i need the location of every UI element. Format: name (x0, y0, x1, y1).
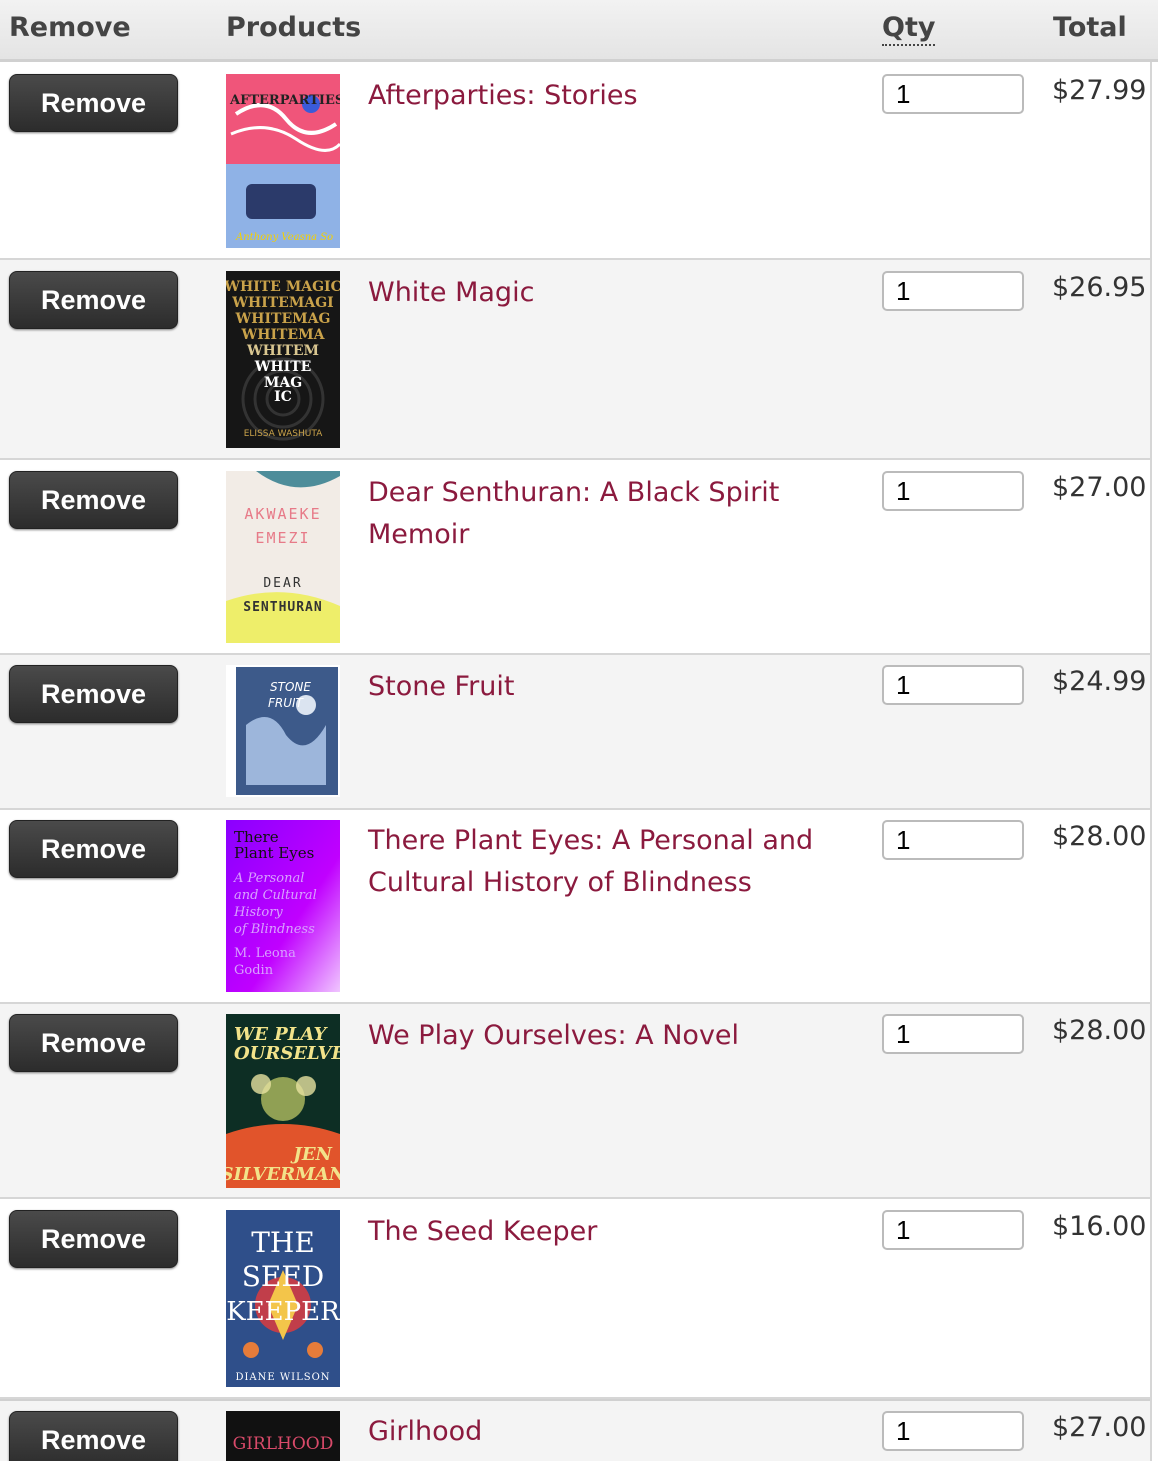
cover-text: GIRLHOOD (233, 1434, 334, 1454)
product-title-link[interactable]: We Play Ourselves: A Novel (368, 1015, 858, 1057)
cover-text: DIANE WILSON (235, 1372, 330, 1383)
book-cover-image[interactable]: STONE FRUIT (226, 665, 340, 797)
cart-row: Remove AKWAEKE EMEZI DEAR SENTHURAN Dear… (0, 460, 1150, 655)
cover-text: THE (251, 1226, 315, 1259)
cover-text: AFTERPARTIES (229, 93, 340, 108)
quantity-input[interactable]: 1 (882, 1014, 1024, 1054)
cover-text: of Blindness (234, 922, 315, 937)
remove-button[interactable]: Remove (9, 1411, 178, 1461)
cover-text: Anthony Veasna So (235, 232, 333, 243)
product-title-link[interactable]: White Magic (368, 272, 858, 314)
product-title-link[interactable]: Girlhood (368, 1411, 858, 1453)
quantity-input[interactable]: 1 (882, 271, 1024, 311)
svg-text:WHITEMAGI: WHITEMAGI (231, 295, 333, 311)
product-title-link[interactable]: There Plant Eyes: A Personal and Cultura… (368, 820, 838, 904)
cart-row: Remove THE SEED KEEPER DIANE WILSON The … (0, 1199, 1150, 1399)
cover-text: EMEZI (255, 529, 310, 547)
line-total: $28.00 (1052, 821, 1147, 852)
svg-text:WHITEM: WHITEM (246, 343, 319, 359)
column-header-total: Total (1053, 12, 1127, 43)
line-total: $24.99 (1052, 666, 1147, 697)
svg-text:WHITEMAG: WHITEMAG (235, 311, 331, 327)
table-right-border (1150, 62, 1158, 1461)
cover-text: History (233, 905, 283, 920)
cover-text: and Cultural (234, 888, 317, 903)
remove-button[interactable]: Remove (9, 820, 178, 878)
column-header-products: Products (226, 12, 362, 43)
cover-text: A Personal (233, 871, 304, 886)
book-cover-image[interactable]: There Plant Eyes A Personal and Cultural… (226, 820, 340, 992)
cart-row: Remove GIRLHOOD Girlhood 1 $27.00 (0, 1399, 1150, 1461)
remove-button[interactable]: Remove (9, 74, 178, 132)
book-cover-image[interactable]: WE PLAY OURSELVES JEN SILVERMAN (226, 1014, 340, 1188)
quantity-input[interactable]: 1 (882, 1210, 1024, 1250)
cover-text: AKWAEKE (244, 505, 321, 523)
cover-text: STONE (270, 680, 311, 694)
book-cover-image[interactable]: AKWAEKE EMEZI DEAR SENTHURAN (226, 471, 340, 643)
quantity-input[interactable]: 1 (882, 471, 1024, 511)
cover-text: JEN (290, 1144, 333, 1165)
cart-row: Remove STONE FRUIT Stone Fruit 1 $24.99 (0, 655, 1150, 810)
remove-button[interactable]: Remove (9, 665, 178, 723)
column-header-remove: Remove (9, 12, 131, 43)
product-title-link[interactable]: Dear Senthuran: A Black Spirit Memoir (368, 472, 868, 556)
line-total: $27.99 (1052, 75, 1147, 106)
cart-row: Remove WE PLAY OURSELVES JEN SILVERMAN W… (0, 1004, 1150, 1199)
remove-button[interactable]: Remove (9, 1210, 178, 1268)
line-total: $27.00 (1052, 1412, 1147, 1443)
cover-text: SEED (242, 1260, 325, 1293)
cover-text: FRUIT (268, 696, 305, 710)
cover-text: OURSELVES (234, 1043, 340, 1064)
book-cover-image[interactable]: AFTERPARTIES Anthony Veasna So (226, 74, 340, 248)
quantity-input[interactable]: 1 (882, 820, 1024, 860)
cover-text: KEEPER (226, 1297, 340, 1327)
cover-text: WHITE MAGIC (226, 279, 340, 295)
cover-text: M. Leona (234, 946, 296, 961)
line-total: $16.00 (1052, 1211, 1147, 1242)
cover-text: Plant Eyes (234, 844, 314, 862)
quantity-input[interactable]: 1 (882, 1411, 1024, 1451)
remove-button[interactable]: Remove (9, 471, 178, 529)
svg-text:WHITEMA: WHITEMA (241, 327, 326, 343)
line-total: $26.95 (1052, 272, 1147, 303)
svg-text:IC: IC (274, 389, 292, 405)
remove-button[interactable]: Remove (9, 1014, 178, 1072)
svg-text:WHITE: WHITE (254, 359, 312, 375)
cover-text: DEAR (263, 576, 302, 591)
cover-text: Godin (234, 963, 274, 978)
cover-text: SENTHURAN (243, 600, 322, 615)
book-cover-image[interactable]: WHITE MAGIC WHITEMAGI WHITEMAG WHITEMA W… (226, 271, 340, 448)
quantity-input[interactable]: 1 (882, 665, 1024, 705)
cart-table-header: Remove Products Qty Total (0, 0, 1158, 62)
line-total: $28.00 (1052, 1015, 1147, 1046)
quantity-input[interactable]: 1 (882, 74, 1024, 114)
cover-text: ELISSA WASHUTA (244, 429, 323, 439)
cover-text: WE PLAY (234, 1024, 328, 1045)
cart-row: Remove There Plant Eyes A Personal and C… (0, 810, 1150, 1004)
product-title-link[interactable]: Afterparties: Stories (368, 75, 858, 117)
book-cover-image[interactable]: GIRLHOOD (226, 1411, 340, 1461)
line-total: $27.00 (1052, 472, 1147, 503)
column-header-qty: Qty (882, 12, 936, 46)
cart-row: Remove WHITE MAGIC WHITEMAGI WHITEMAG WH… (0, 260, 1150, 460)
remove-button[interactable]: Remove (9, 271, 178, 329)
product-title-link[interactable]: The Seed Keeper (368, 1211, 858, 1253)
product-title-link[interactable]: Stone Fruit (368, 666, 858, 708)
cover-text: SILVERMAN (226, 1164, 340, 1185)
cart-row: Remove AFTERPARTIES Anthony Veasna So Af… (0, 62, 1150, 260)
book-cover-image[interactable]: THE SEED KEEPER DIANE WILSON (226, 1210, 340, 1387)
